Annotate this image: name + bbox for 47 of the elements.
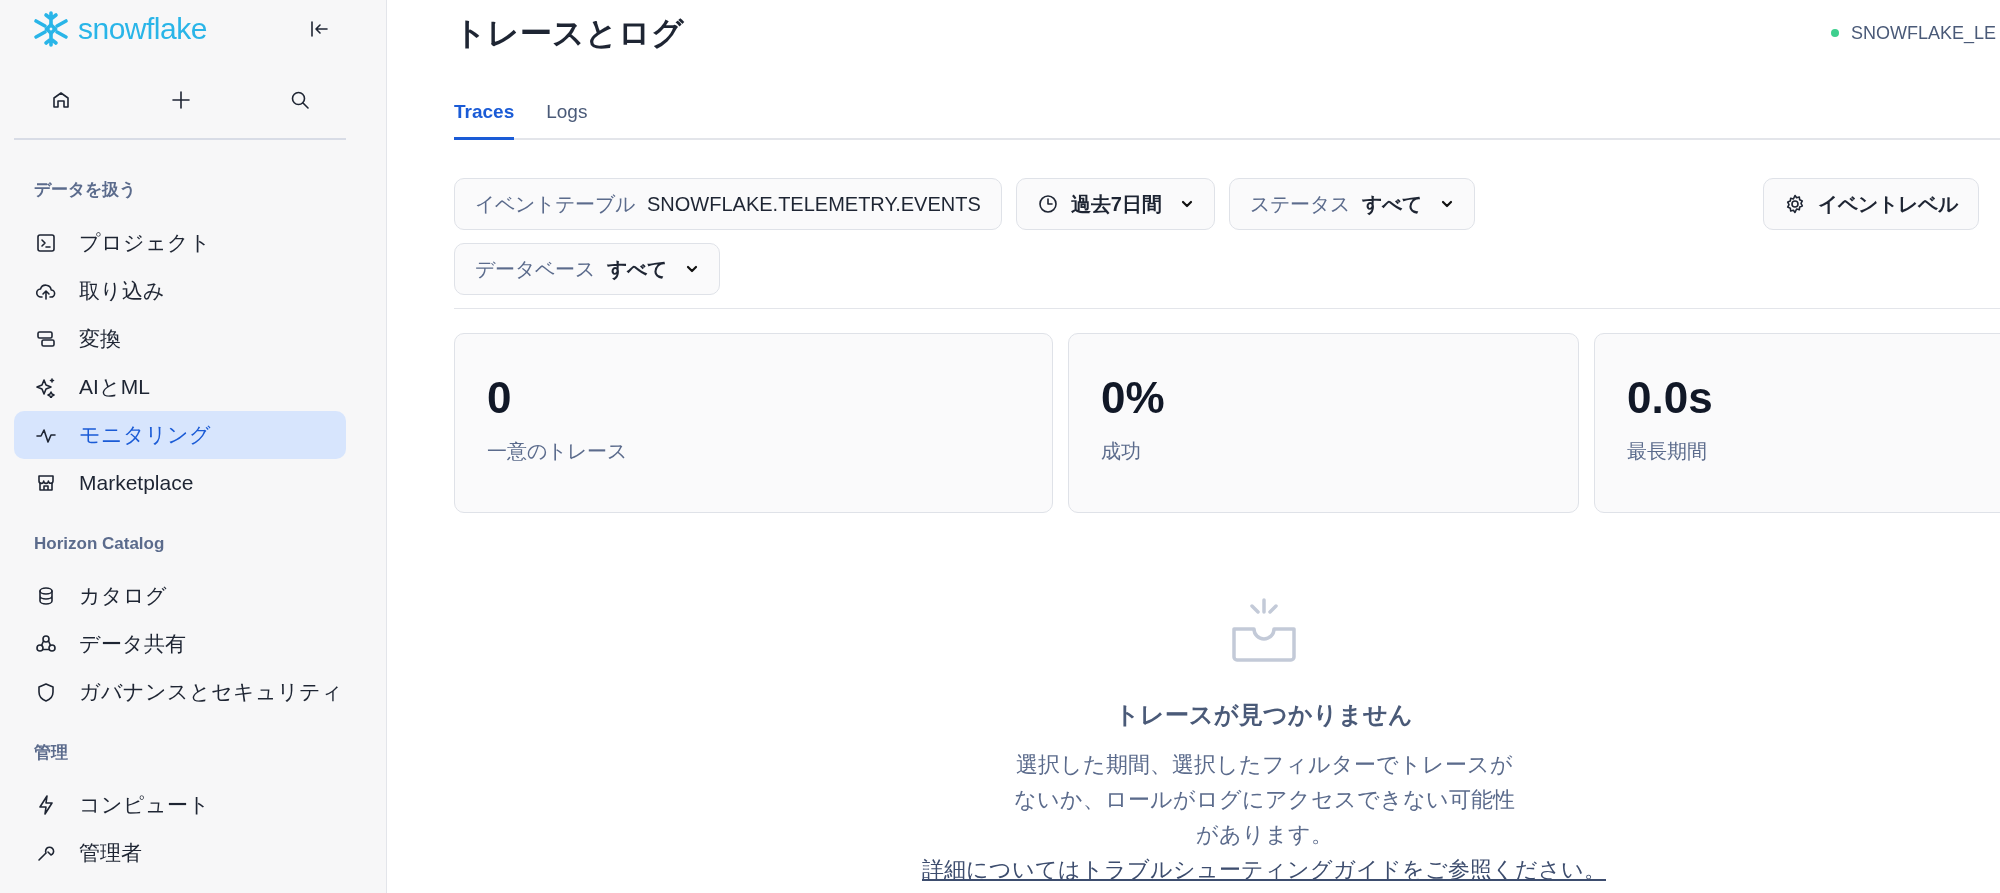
logo-text: snowflake <box>78 12 207 46</box>
tab[interactable]: Logs <box>546 91 588 140</box>
nav-item[interactable]: データ共有 <box>14 620 346 668</box>
stat-label: 一意のトレース <box>487 439 628 464</box>
nav-item[interactable]: 取り込み <box>14 267 346 315</box>
shield-icon <box>35 681 57 703</box>
collapse-sidebar-icon[interactable] <box>308 18 330 40</box>
terminal-icon <box>35 232 57 254</box>
home-icon[interactable] <box>50 89 72 111</box>
section-heading: Horizon Catalog <box>33 533 166 555</box>
nav-item[interactable]: ガバナンスとセキュリティ <box>14 668 346 716</box>
stat-label: 最長期間 <box>1627 439 1708 464</box>
help-link[interactable]: 詳細についてはトラブルシューティングガイドをご参照ください。 <box>922 857 1606 882</box>
nav-item[interactable]: カタログ <box>14 572 346 620</box>
nav-item[interactable]: Marketplace <box>14 459 346 507</box>
stat-label: 成功 <box>1101 439 1142 464</box>
gear-icon <box>1784 193 1806 215</box>
stat-value: 0% <box>1101 372 1166 424</box>
nav-item[interactable]: AIとML <box>14 363 346 411</box>
event-level-button[interactable]: イベントレベル <box>1763 178 1979 230</box>
stat-value: 0 <box>487 372 513 424</box>
filter-button[interactable]: 過去7日間 <box>1015 178 1215 230</box>
section-heading: 管理 <box>33 742 69 764</box>
tab[interactable]: Traces <box>454 91 515 140</box>
sparkle-icon <box>35 376 57 398</box>
nav-item[interactable]: モニタリング <box>14 411 346 459</box>
snowflake-logo-icon <box>32 10 70 48</box>
empty-title: トレースが見つかりません <box>1115 700 1413 730</box>
page-title: トレースとログ <box>454 14 685 53</box>
nav-item[interactable]: コンピュート <box>14 781 346 829</box>
filter-button[interactable]: イベントテーブル SNOWFLAKE.TELEMETRY.EVENTS <box>454 178 1002 230</box>
search-icon[interactable] <box>289 89 311 111</box>
nav-item[interactable]: 変換 <box>14 315 346 363</box>
nav-item[interactable]: 管理者 <box>14 829 346 877</box>
filter-button[interactable]: ステータス すべて <box>1228 178 1475 230</box>
layers-icon <box>35 328 57 350</box>
clock-icon <box>1036 193 1059 215</box>
nav-item[interactable]: プロジェクト <box>14 219 346 267</box>
section-heading: データを扱う <box>33 179 137 201</box>
share-icon <box>35 633 57 655</box>
empty-message: 選択した期間、選択したフィルターでトレースがないか、ロールがログにアクセスできない可能性があります。 詳細についてはトラブルシューティングガイドをご参照ください。 <box>921 751 1607 884</box>
filter-button[interactable]: データベース すべて <box>454 243 720 295</box>
storefront-icon <box>35 472 57 494</box>
account-name[interactable]: SNOWFLAKE_LE <box>1851 22 1997 44</box>
stat-value: 0.0s <box>1627 372 1714 424</box>
status-dot-icon <box>1831 29 1839 37</box>
plus-icon[interactable] <box>169 89 192 111</box>
